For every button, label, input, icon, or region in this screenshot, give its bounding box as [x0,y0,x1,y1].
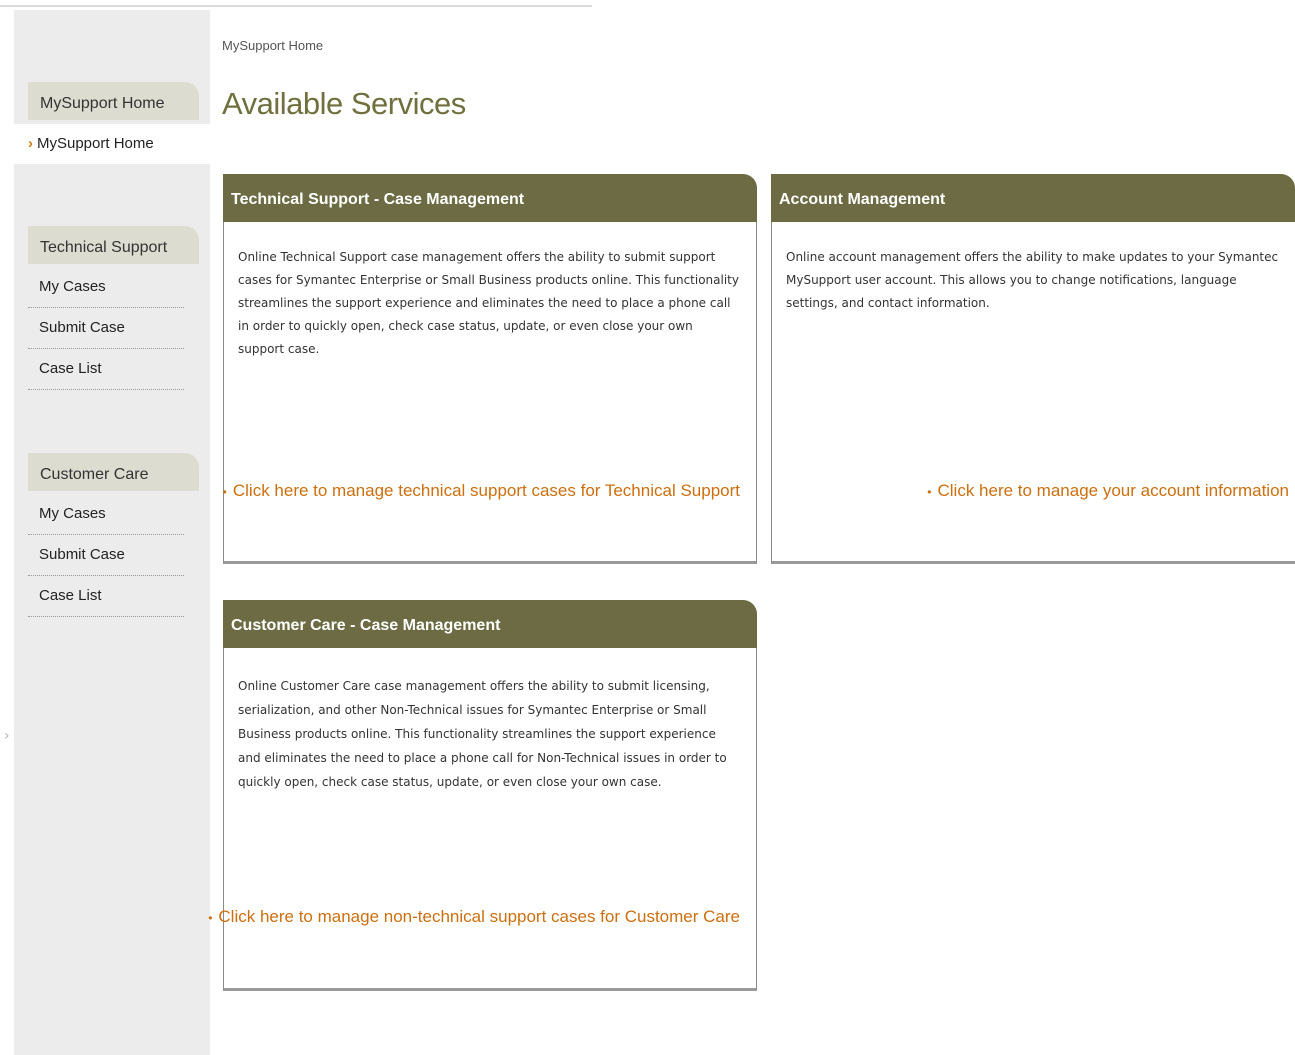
sidebar-item-label: MySupport Home [37,135,154,152]
panel-description: Online Technical Support case management… [238,250,739,356]
sidebar-collapse-handle[interactable]: › [4,728,10,744]
panel-description: Online Customer Care case management off… [238,679,727,789]
manage-tech-cases-link[interactable]: • Click here to manage technical support … [223,481,740,501]
panel-title: Account Management [771,174,1295,222]
sidebar-item-mysupport-home[interactable]: › MySupport Home [14,124,210,164]
sidebar-item-care-my-cases[interactable]: My Cases [28,495,184,535]
panel-technical-support: Technical Support - Case Management Onli… [223,174,757,564]
sidebar-item-tech-case-list[interactable]: Case List [28,350,184,390]
bullet-icon: • [927,484,932,499]
chevron-right-icon: › [28,135,33,152]
sidebar-header-mysupport: MySupport Home [28,82,199,120]
panel-title: Technical Support - Case Management [223,174,757,222]
sidebar-item-tech-my-cases[interactable]: My Cases [28,268,184,308]
link-label: Click here to manage non-technical suppo… [218,907,740,926]
panel-title: Customer Care - Case Management [223,600,757,648]
panel-body: Online Customer Care case management off… [208,648,757,991]
panel-customer-care: Customer Care - Case Management Online C… [208,600,757,991]
bullet-icon: • [208,910,213,925]
sidebar-item-care-case-list[interactable]: Case List [28,577,184,617]
link-label: Click here to manage technical support c… [232,481,740,500]
link-label: Click here to manage your account inform… [937,481,1289,500]
top-divider [0,5,592,7]
manage-account-link[interactable]: • Click here to manage your account infor… [927,481,1289,501]
panel-account-management: Account Management Online account manage… [771,174,1295,564]
breadcrumb[interactable]: MySupport Home [222,38,323,53]
sidebar-header-customer-care: Customer Care [28,453,199,491]
bullet-icon: • [222,484,227,499]
panel-body: Online account management offers the abi… [771,222,1295,564]
panel-body: Online Technical Support case management… [223,222,757,564]
sidebar-item-care-submit-case[interactable]: Submit Case [28,536,184,576]
panel-description: Online account management offers the abi… [786,250,1279,310]
sidebar-header-technical-support: Technical Support [28,226,199,264]
page-title: Available Services [222,86,466,121]
manage-care-cases-link[interactable]: • Click here to manage non-technical supp… [208,907,740,927]
sidebar-item-tech-submit-case[interactable]: Submit Case [28,309,184,349]
